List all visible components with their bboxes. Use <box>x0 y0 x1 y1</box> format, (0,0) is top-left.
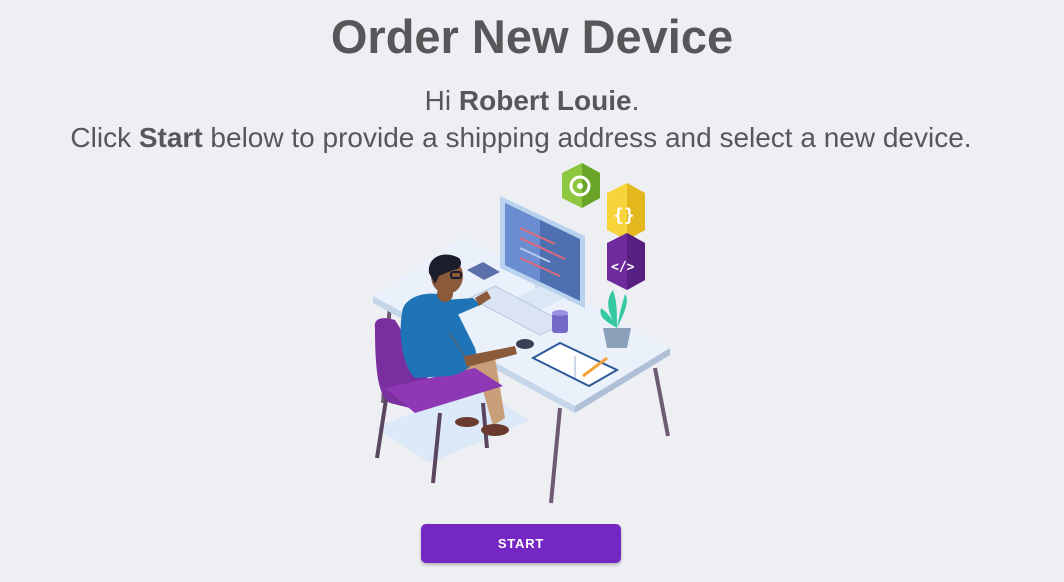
instructions-emphasis: Start <box>138 122 203 153</box>
gear-icon <box>562 163 600 208</box>
start-button[interactable]: START <box>421 524 621 563</box>
curly-braces-icon: {} <box>607 183 645 240</box>
svg-text:</>: </> <box>611 260 635 275</box>
person-working-at-desk-illustration: {} </> <box>373 163 670 504</box>
desk-leg <box>549 407 562 504</box>
desk-leg <box>653 367 670 437</box>
shoe <box>455 417 479 427</box>
greeting-text: Hi Robert Louie. <box>0 84 1064 118</box>
shoe <box>481 424 509 436</box>
instructions-suffix: below to provide a shipping address and … <box>202 122 972 153</box>
plant-pot <box>603 328 631 348</box>
mouse <box>516 339 534 349</box>
code-tag-icon: </> <box>607 233 645 290</box>
page-title: Order New Device <box>330 10 734 63</box>
greeting-suffix: . <box>631 85 640 116</box>
svg-text:{}: {} <box>613 205 635 226</box>
user-name: Robert Louie <box>458 85 632 116</box>
greeting-prefix: Hi <box>424 85 459 116</box>
instructions-prefix: Click <box>70 122 139 153</box>
order-device-page: Order New Device Hi Robert Louie. Click … <box>0 0 1064 582</box>
instructions-text: Click Start below to provide a shipping … <box>0 121 1042 155</box>
